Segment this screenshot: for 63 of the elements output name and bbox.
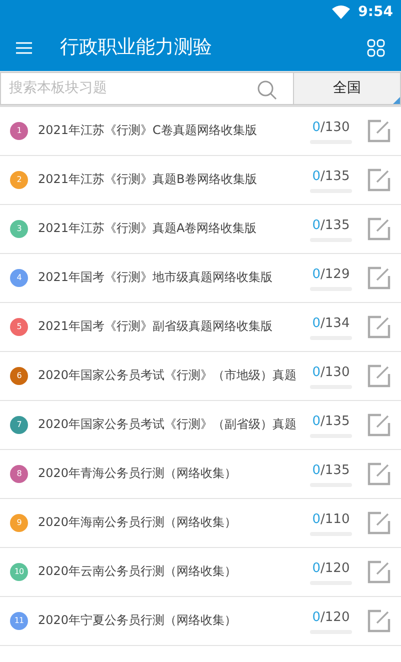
exercise-row[interactable]: 3 2021年江苏《行测》真题A卷网络收集版 0/135 <box>0 205 401 254</box>
exercise-row[interactable]: 7 2020年国家公务员考试《行测》（副省级）真题 0/135 <box>0 401 401 450</box>
number-dot: 2 <box>10 171 28 189</box>
number-dot: 9 <box>10 514 28 532</box>
progress-count: 0/135 <box>312 412 350 431</box>
edit-icon[interactable] <box>367 462 391 486</box>
exercise-title: 2021年江苏《行测》C卷真题网络收集版 <box>38 123 258 139</box>
exercise-row[interactable]: 6 2020年国家公务员考试《行测》（市地级）真题 0/130 <box>0 352 401 401</box>
number-dot: 3 <box>10 220 28 238</box>
exercise-title: 2021年江苏《行测》真题A卷网络收集版 <box>38 221 258 237</box>
exercise-title: 2021年江苏《行测》真题B卷网络收集版 <box>38 172 258 188</box>
number-dot: 6 <box>10 367 28 385</box>
progress-count: 0/110 <box>312 510 350 529</box>
edit-icon[interactable] <box>367 168 391 192</box>
progress-count: 0/130 <box>312 118 350 137</box>
region-button[interactable]: 全国 <box>293 72 401 105</box>
edit-icon[interactable] <box>367 364 391 388</box>
exercise-title: 2021年国考《行测》副省级真题网络收集版 <box>38 319 274 335</box>
exercise-title: 2020年国家公务员考试《行测》（市地级）真题 <box>38 368 298 384</box>
number-dot: 8 <box>10 465 28 483</box>
exercise-row[interactable]: 11 2020年宁夏公务员行测（网络收集） 0/120 <box>0 597 401 646</box>
exercise-title: 2020年海南公务员行测（网络收集） <box>38 515 238 531</box>
edit-icon[interactable] <box>367 511 391 535</box>
progress-count: 0/129 <box>312 266 350 284</box>
edit-icon[interactable] <box>367 217 391 241</box>
number-dot: 4 <box>10 269 28 287</box>
edit-icon[interactable] <box>367 315 391 339</box>
exercise-row[interactable]: 9 2020年海南公务员行测（网络收集） 0/110 <box>0 499 401 548</box>
number-dot: 5 <box>10 318 28 336</box>
edit-icon[interactable] <box>367 609 391 633</box>
exercise-title: 2021年国考《行测》地市级真题网络收集版 <box>38 270 274 286</box>
search-field[interactable]: 搜索本板块习题 <box>0 72 293 105</box>
progress-count: 0/134 <box>312 314 350 333</box>
number-dot: 1 <box>10 122 28 140</box>
progress-count: 0/135 <box>312 462 350 480</box>
edit-icon[interactable] <box>367 560 391 584</box>
exercise-title: 2020年宁夏公务员行测（网络收集） <box>38 613 238 629</box>
exercise-row[interactable]: 10 2020年云南公务员行测（网络收集） 0/120 <box>0 548 401 597</box>
number-dot: 7 <box>10 416 28 434</box>
progress-count: 0/135 <box>312 216 350 235</box>
edit-icon[interactable] <box>367 266 391 290</box>
exercise-title: 2020年云南公务员行测（网络收集） <box>38 564 238 580</box>
progress-count: 0/120 <box>312 560 350 578</box>
exercise-row[interactable]: 2 2021年江苏《行测》真题B卷网络收集版 0/135 <box>0 156 401 205</box>
app-title: 行政职业能力测验 <box>60 35 213 60</box>
edit-icon[interactable] <box>367 119 391 143</box>
progress-count: 0/130 <box>312 364 350 382</box>
wifi-icon <box>332 5 350 19</box>
grid-icon[interactable] <box>367 38 385 56</box>
number-dot: 11 <box>10 612 28 630</box>
exercise-title: 2020年青海公务员行测（网络收集） <box>38 466 238 482</box>
exercise-row[interactable]: 4 2021年国考《行测》地市级真题网络收集版 0/129 <box>0 254 401 303</box>
progress-count: 0/135 <box>312 168 350 186</box>
clock-time: 9:54 <box>358 2 393 22</box>
edit-icon[interactable] <box>367 413 391 437</box>
exercise-row[interactable]: 5 2021年国考《行测》副省级真题网络收集版 0/134 <box>0 303 401 352</box>
exercise-row[interactable]: 1 2021年江苏《行测》C卷真题网络收集版 0/130 <box>0 107 401 156</box>
progress-count: 0/120 <box>312 608 350 627</box>
exercise-row[interactable]: 8 2020年青海公务员行测（网络收集） 0/135 <box>0 450 401 499</box>
exercise-title: 2020年国家公务员考试《行测》（副省级）真题 <box>38 417 298 433</box>
search-icon[interactable] <box>257 80 277 100</box>
number-dot: 10 <box>10 563 28 581</box>
menu-icon[interactable] <box>16 42 32 54</box>
